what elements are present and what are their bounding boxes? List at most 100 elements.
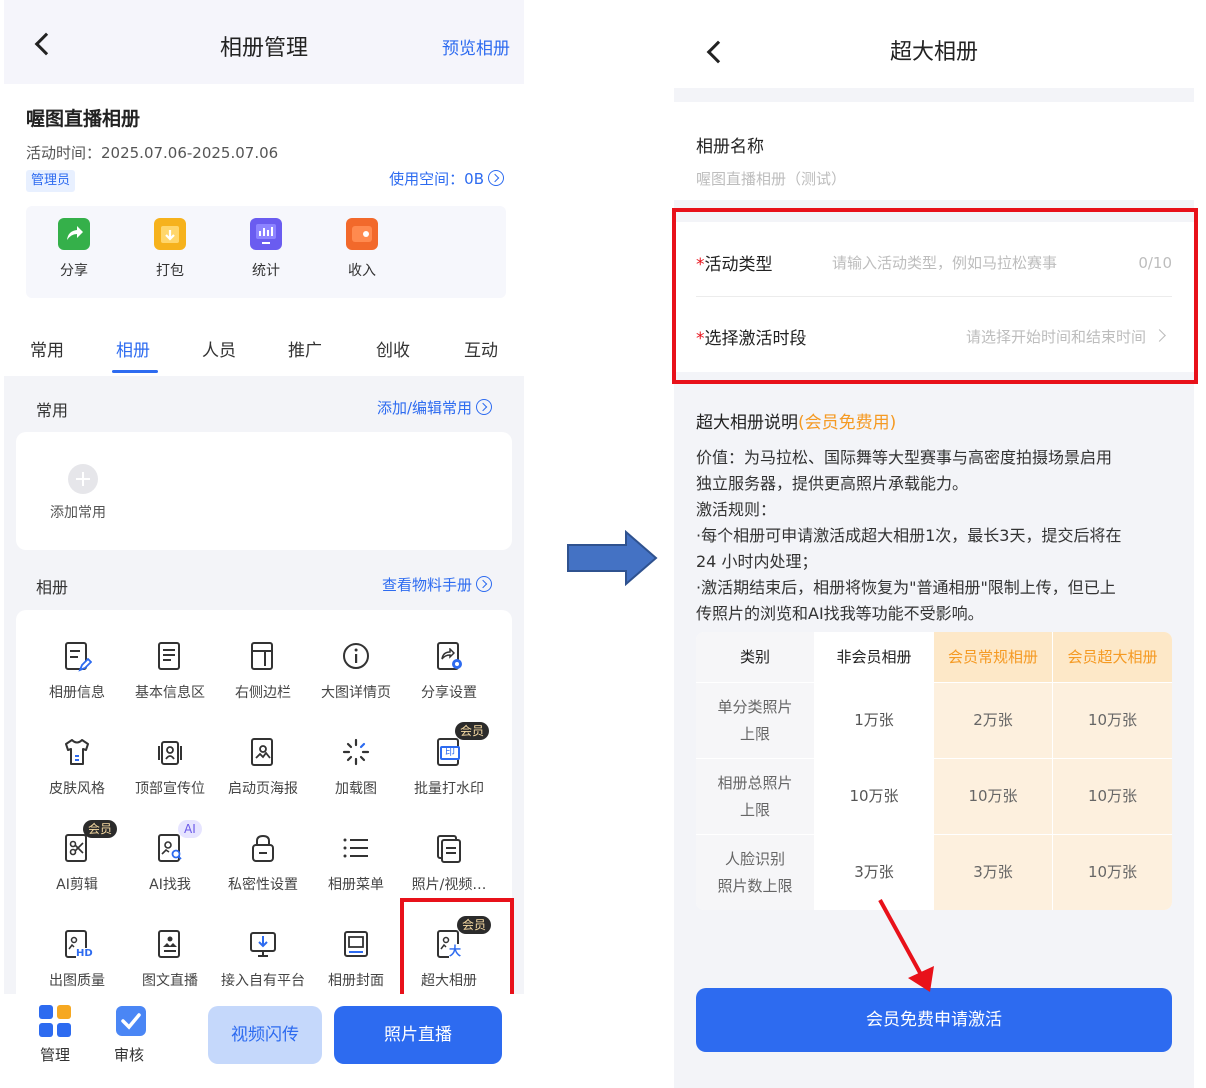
grid-item-large-image-detail[interactable]: 大图详情页 <box>310 640 402 702</box>
grid-item-basic-info[interactable]: 基本信息区 <box>124 640 216 702</box>
tab-people[interactable]: 人员 <box>202 336 236 361</box>
circle-arrow-icon <box>488 170 504 186</box>
common-section-title: 常用 <box>36 401 69 420</box>
quick-action-label: 打包 <box>156 263 184 279</box>
grid-item-label: 相册信息 <box>49 685 105 701</box>
image-text-live-icon <box>155 928 185 962</box>
album-cover-icon <box>341 928 371 962</box>
tab-revenue[interactable]: 创收 <box>376 336 410 361</box>
grid-item-right-sidebar[interactable]: 右侧边栏 <box>217 640 309 702</box>
table-cell-text: 照片数上限 <box>717 876 793 895</box>
description-title-text: 超大相册说明 <box>696 413 798 433</box>
description-line: 传照片的浏览和AI找我等功能不受影响。 <box>696 604 984 623</box>
quick-action-label: 统计 <box>252 263 280 279</box>
ai-badge: AI <box>178 820 202 838</box>
grid-item-ai-clip[interactable]: AI剪辑 会员 <box>31 820 123 894</box>
info-circle-icon <box>341 640 371 674</box>
grid-item-loading-image[interactable]: 加载图 <box>310 736 402 798</box>
manage-icon[interactable] <box>38 1004 72 1038</box>
table-cell: 10万张 <box>1053 759 1172 834</box>
description-line: 24 小时内处理； <box>696 552 818 571</box>
album-name: 喔图直播相册 <box>26 108 141 130</box>
description-line: 价值：为马拉松、国际舞等大型赛事与高密度拍摄场景启用 <box>696 448 1113 467</box>
quick-action-package[interactable]: 打包 <box>140 218 200 280</box>
grid-item-skin-style[interactable]: 皮肤风格 <box>31 736 123 798</box>
table-cell: 3万张 <box>934 835 1052 910</box>
grid-item-output-quality[interactable]: HD 出图质量 <box>31 928 123 990</box>
grid-item-album-menu[interactable]: 相册菜单 <box>310 832 402 894</box>
grid-item-label: 相册菜单 <box>328 877 384 893</box>
transition-arrow-icon <box>567 530 658 586</box>
highlight-form-box <box>672 208 1198 384</box>
grid-item-image-text-live[interactable]: 图文直播 <box>124 928 216 990</box>
table-cell: 1万张 <box>815 683 933 758</box>
quick-action-label: 分享 <box>60 263 88 279</box>
tab-common[interactable]: 常用 <box>30 336 64 361</box>
lock-icon <box>248 832 278 866</box>
grid-item-share-settings[interactable]: 分享设置 <box>403 640 495 702</box>
table-cell-text: 单分类照片 <box>717 697 793 716</box>
basic-info-icon <box>155 640 185 674</box>
loading-icon <box>341 736 371 770</box>
grid-item-label: 启动页海报 <box>228 781 298 797</box>
circle-arrow-icon <box>476 576 492 592</box>
share-settings-icon <box>434 640 464 674</box>
quick-actions-row: 分享 打包 统计 收入 <box>26 206 506 298</box>
member-free-tag: (会员免费用) <box>798 413 897 433</box>
material-handbook-link[interactable]: 查看物料手册 <box>382 574 492 595</box>
table-cell: 10万张 <box>815 759 933 834</box>
grid-item-label: 右侧边栏 <box>235 685 291 701</box>
description-line: 激活规则： <box>696 500 777 519</box>
comparison-table: 类别 非会员相册 会员常规相册 会员超大相册 单分类照片 上限 1万张 2万张 1… <box>696 632 1172 910</box>
package-icon <box>154 218 186 250</box>
description-title: 超大相册说明(会员免费用) <box>696 408 896 433</box>
table-cell: 10万张 <box>1053 683 1172 758</box>
top-banner-icon <box>155 736 185 770</box>
apply-activation-button[interactable]: 会员免费申请激活 <box>696 988 1172 1052</box>
table-cell-text: 相册总照片 <box>717 773 793 792</box>
quick-action-income[interactable]: 收入 <box>332 218 392 280</box>
tab-promotion[interactable]: 推广 <box>288 336 322 361</box>
manage-label[interactable]: 管理 <box>40 1044 70 1065</box>
album-name-label: 相册名称 <box>696 137 764 157</box>
share-icon <box>58 218 90 250</box>
edit-common-link-text: 添加/编辑常用 <box>376 399 472 417</box>
quick-action-share[interactable]: 分享 <box>44 218 104 280</box>
video-flash-transfer-button[interactable]: 视频闪传 <box>208 1006 322 1064</box>
grid-item-launch-poster[interactable]: 启动页海报 <box>217 736 309 798</box>
photo-live-button[interactable]: 照片直播 <box>334 1006 502 1064</box>
role-badge: 管理员 <box>26 170 76 192</box>
grid-item-platform-access[interactable]: 接入自有平台 <box>217 928 309 990</box>
grid-item-top-banner[interactable]: 顶部宣传位 <box>124 736 216 798</box>
table-header-cell: 会员超大相册 <box>1053 632 1172 682</box>
tshirt-icon <box>62 736 92 770</box>
tab-album[interactable]: 相册 <box>116 336 150 361</box>
grid-item-batch-watermark[interactable]: 印 批量打水印 会员 <box>403 722 495 798</box>
material-handbook-link-text: 查看物料手册 <box>381 576 472 594</box>
preview-album-link[interactable]: 预览相册 <box>442 34 510 59</box>
review-icon[interactable] <box>114 1004 148 1038</box>
hd-quality-icon: HD <box>62 928 93 962</box>
grid-item-label: 相册封面 <box>328 973 384 989</box>
grid-item-label: 加载图 <box>335 781 377 797</box>
quick-action-statistics[interactable]: 统计 <box>236 218 296 280</box>
active-tab-indicator <box>112 370 158 373</box>
statistics-icon <box>250 218 282 250</box>
edit-common-link[interactable]: 添加/编辑常用 <box>377 397 492 418</box>
grid-item-album-info[interactable]: 相册信息 <box>31 640 123 702</box>
description-line: ·激活期结束后，相册将恢复为"普通相册"限制上传，但已上 <box>696 578 1116 597</box>
grid-item-album-cover[interactable]: 相册封面 <box>310 928 402 990</box>
grid-item-privacy-settings[interactable]: 私密性设置 <box>217 832 309 894</box>
tab-interaction[interactable]: 互动 <box>464 336 498 361</box>
grid-item-ai-find-me[interactable]: AI找我 AI <box>124 820 216 894</box>
add-common-label: 添加常用 <box>50 505 106 521</box>
album-section-title: 相册 <box>36 578 69 597</box>
add-icon[interactable] <box>68 464 98 494</box>
table-row-category: 单分类照片 上限 <box>696 683 814 758</box>
grid-item-photo-video[interactable]: 照片/视频… <box>403 832 495 894</box>
page-title: 超大相册 <box>889 40 978 65</box>
review-label[interactable]: 审核 <box>114 1044 144 1065</box>
storage-usage-link[interactable]: 使用空间：0B <box>389 168 504 189</box>
grid-item-label: 私密性设置 <box>228 877 298 893</box>
table-cell-text: 上限 <box>739 724 770 743</box>
